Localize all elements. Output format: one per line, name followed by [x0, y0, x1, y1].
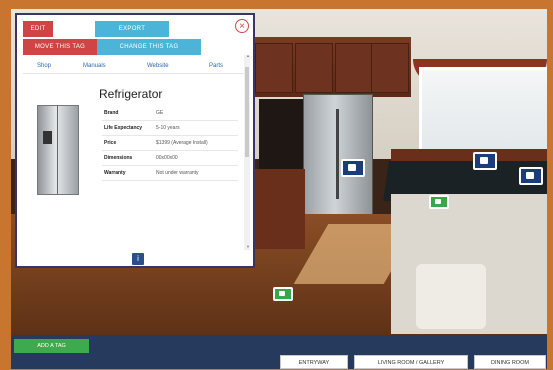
tag-detail-popup: EDIT EXPORT × MOVE THIS TAG CHANGE THIS …	[15, 13, 255, 268]
scrollbar-thumb[interactable]	[245, 67, 249, 157]
export-button[interactable]: EXPORT	[95, 21, 169, 37]
spec-key: Price	[102, 135, 154, 151]
product-title: Refrigerator	[99, 87, 163, 101]
add-tag-button[interactable]: ADD A TAG	[14, 339, 89, 353]
info-icon[interactable]: i	[132, 253, 144, 265]
table-row: Life Expectancy 5-10 years	[102, 120, 238, 136]
table-row: Brand GE	[102, 106, 238, 121]
tag-hotspot-green-icon[interactable]	[429, 195, 449, 209]
move-tag-button[interactable]: MOVE THIS TAG	[23, 39, 97, 55]
close-icon[interactable]: ×	[235, 19, 249, 33]
change-tag-button[interactable]: CHANGE THIS TAG	[97, 39, 201, 55]
scroll-down-icon[interactable]: ▼	[246, 244, 250, 249]
tab-shop[interactable]: Shop	[37, 59, 51, 73]
product-image	[37, 105, 79, 195]
spec-key: Warranty	[102, 165, 154, 181]
tag-hotspot-green-icon[interactable]	[273, 287, 293, 301]
spec-key: Dimensions	[102, 150, 154, 166]
tab-parts[interactable]: Parts	[209, 59, 223, 73]
spec-key: Brand	[102, 106, 154, 121]
table-row: Dimensions 00x00x00	[102, 150, 238, 166]
spec-key: Life Expectancy	[102, 120, 154, 136]
spec-value: GE	[154, 106, 238, 121]
table-row: Price $1399 (Average Install)	[102, 135, 238, 151]
edit-button[interactable]: EDIT	[23, 21, 53, 37]
scene-left-cabinet	[255, 169, 305, 249]
tab-manuals[interactable]: Manuals	[83, 59, 106, 73]
tag-hotspot-icon[interactable]	[341, 159, 365, 177]
scene-refrigerator	[303, 94, 373, 221]
room-button-entryway[interactable]: ENTRYWAY	[280, 355, 348, 369]
scene-window	[419, 67, 547, 153]
spec-value: 5-10 years	[154, 120, 238, 136]
scene-upper-cabinets	[251, 37, 411, 97]
tab-website[interactable]: Website	[147, 59, 169, 73]
spec-value: $1399 (Average Install)	[154, 135, 238, 151]
spec-value: Not under warranty	[154, 165, 238, 181]
product-specs-table: Brand GE Life Expectancy 5-10 years Pric…	[102, 106, 238, 181]
spec-value: 00x00x00	[154, 150, 238, 166]
room-button-dining-room[interactable]: DINING ROOM	[474, 355, 546, 369]
popup-tabs: Shop Manuals Website Parts	[23, 59, 249, 74]
popup-scrollbar[interactable]	[244, 55, 250, 250]
table-row: Warranty Not under warranty	[102, 165, 238, 181]
tag-hotspot-icon[interactable]	[473, 152, 497, 170]
room-button-living-room[interactable]: LIVING ROOM / GALLERY	[354, 355, 468, 369]
scene-bin	[416, 264, 486, 329]
scroll-up-icon[interactable]: ▲	[246, 53, 250, 58]
tag-hotspot-icon[interactable]	[519, 167, 543, 185]
